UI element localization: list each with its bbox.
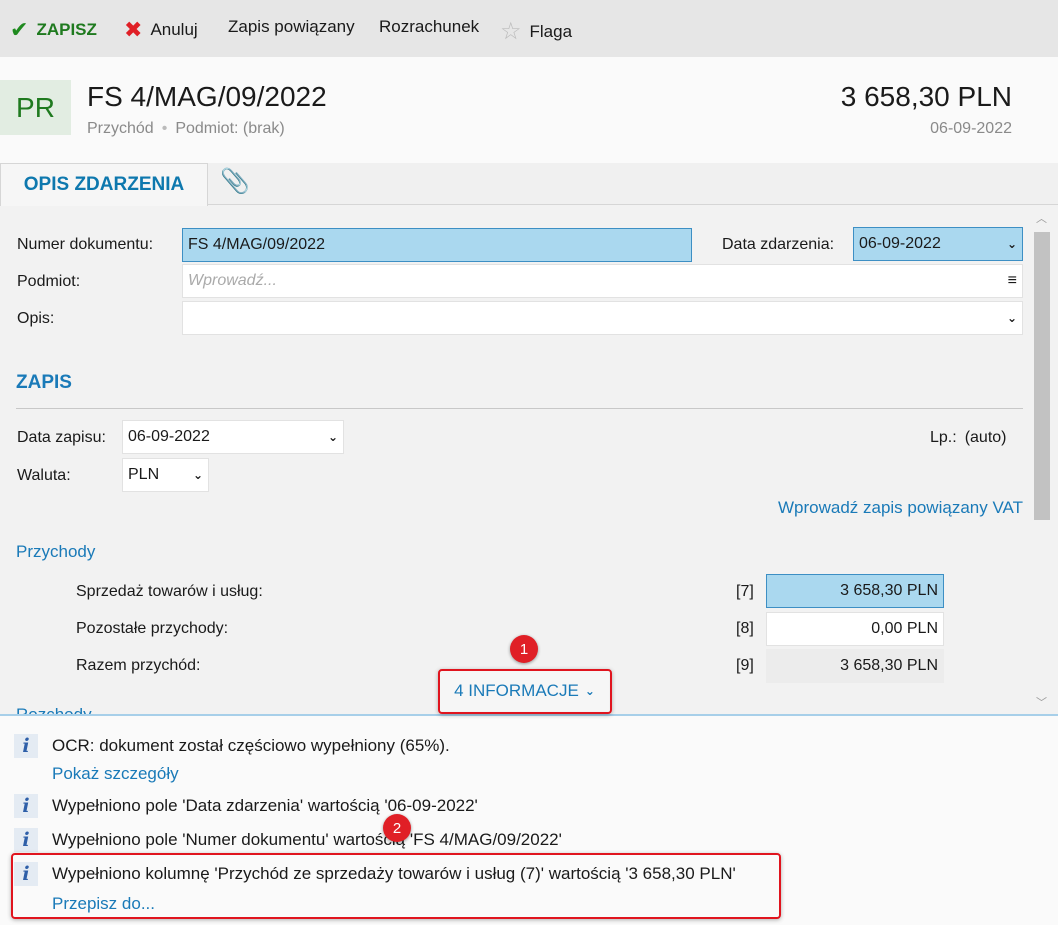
description-label: Opis: [17,310,55,327]
info-icon: i [14,794,38,818]
divider [16,408,1023,409]
tab-bar: OPIS ZDARZENIA 📎 [0,163,1058,206]
info-icon: i [14,734,38,758]
toolbar: ✔ ZAPISZ ✖ Anuluj Zapis powiązany Rozrachu… [0,0,1058,57]
sales-income-input[interactable]: 3 658,30 PLN [766,574,944,608]
document-date: 06-09-2022 [930,120,1012,137]
flag-button[interactable]: ☆ Flaga [500,17,572,46]
subject-input[interactable]: Wprowadź... ≡ [182,264,1023,298]
annotation-badge: 1 [510,635,538,663]
tab-event-description[interactable]: OPIS ZDARZENIA [0,163,208,206]
row-label: Sprzedaż towarów i usług: [76,583,263,600]
document-title: FS 4/MAG/09/2022 [87,81,327,112]
document-type-badge: PR [0,80,71,135]
total-income-field: 3 658,30 PLN [766,649,944,683]
row-label: Pozostałe przychody: [76,620,229,637]
chevron-down-icon: ⌄ [192,468,203,482]
star-icon: ☆ [500,18,522,45]
annotation-box [438,669,612,714]
row-column: [7] [736,583,754,600]
annotation-box [11,853,781,919]
currency-select[interactable]: PLN ⌄ [122,458,209,492]
chevron-down-icon: ⌄ [1006,237,1017,251]
doc-number-label: Numer dokumentu: [17,236,154,253]
close-icon: ✖ [124,17,143,42]
scrollbar-thumb[interactable] [1034,232,1050,520]
paperclip-icon[interactable]: 📎 [220,167,250,196]
entry-date-label: Data zapisu: [17,429,106,446]
doc-number-input[interactable]: FS 4/MAG/09/2022 [182,228,692,262]
linked-entry-button[interactable]: Zapis powiązany [228,17,355,37]
check-icon: ✔ [10,17,29,42]
info-message: OCR: dokument został częściowo wypełnion… [52,736,450,755]
lp-field: Lp.: (auto) [930,429,1007,446]
chevron-down-icon: ⌄ [1006,311,1017,325]
event-date-label: Data zdarzenia: [722,236,835,253]
document-amount: 3 658,30 PLN [840,81,1012,112]
cancel-button[interactable]: ✖ Anuluj [124,17,198,43]
document-subtitle: Przychód • Podmiot: (brak) [87,120,285,137]
entry-date-select[interactable]: 06-09-2022 ⌄ [122,420,344,454]
row-column: [9] [736,657,754,674]
subject-label: Podmiot: [17,273,81,290]
chevron-down-icon: ⌄ [327,430,338,444]
info-message: Wypełniono pole 'Numer dokumentu' wartoś… [52,830,562,849]
annotation-badge: 2 [383,814,411,842]
section-heading-zapis: ZAPIS [16,372,72,393]
list-icon[interactable]: ≡ [1008,272,1017,290]
vat-link[interactable]: Wprowadź zapis powiązany VAT [778,498,1023,518]
event-date-select[interactable]: 06-09-2022 ⌄ [853,227,1023,261]
description-input[interactable]: ⌄ [182,301,1023,335]
row-label: Razem przychód: [76,657,201,674]
settlement-button[interactable]: Rozrachunek [379,17,479,37]
save-button[interactable]: ✔ ZAPISZ [10,17,97,43]
row-column: [8] [736,620,754,637]
show-details-link[interactable]: Pokaż szczegóły [52,764,179,784]
income-heading: Przychody [16,542,96,561]
other-income-input[interactable]: 0,00 PLN [766,612,944,646]
currency-label: Waluta: [17,467,71,484]
info-message: Wypełniono pole 'Data zdarzenia' wartośc… [52,796,478,815]
document-header: PR FS 4/MAG/09/2022 Przychód • Podmiot: (b… [0,57,1058,163]
scrollbar[interactable]: ︿ ﹀ [1033,210,1051,710]
info-icon: i [14,828,38,852]
